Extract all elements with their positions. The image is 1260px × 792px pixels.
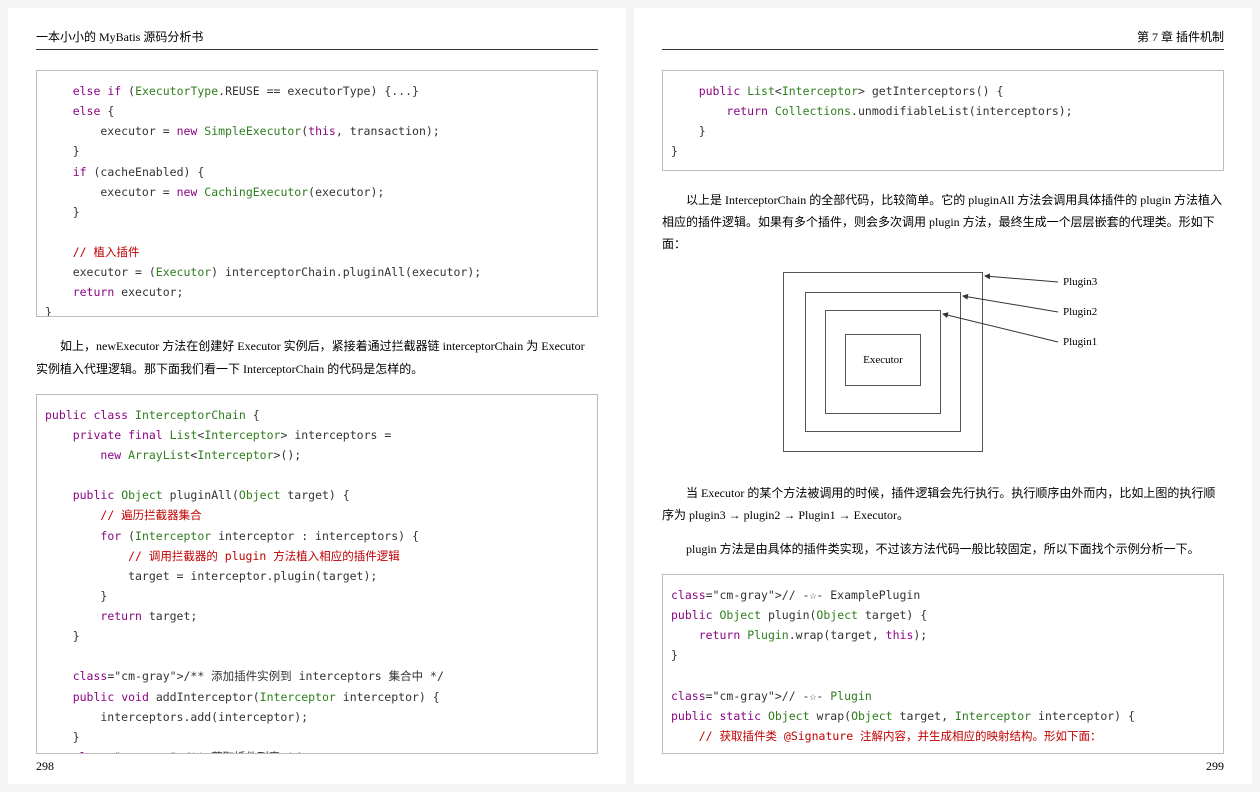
label-plugin3: Plugin3 [1063,276,1097,288]
code-block-2: public class InterceptorChain { private … [36,394,598,754]
page-header: 第 7 章 插件机制 [662,28,1224,45]
page-number: 298 [36,759,54,774]
label-plugin2: Plugin2 [1063,306,1097,318]
proxy-nesting-diagram: Executor Plugin3 Plugin2 Plugin1 [662,272,1224,462]
arrow-lines [733,272,1153,462]
code-block-4: class="cm-gray">// -☆- ExamplePlugin pub… [662,574,1224,754]
header-rule [36,49,598,50]
book-title: 一本小小的 MyBatis 源码分析书 [36,28,203,45]
page-number: 299 [1206,759,1224,774]
page-left: 一本小小的 MyBatis 源码分析书 else if (ExecutorTyp… [8,8,626,784]
page-header: 一本小小的 MyBatis 源码分析书 [36,28,598,45]
header-rule [662,49,1224,50]
chapter-title: 第 7 章 插件机制 [1137,28,1224,45]
code-block-1: else if (ExecutorType.REUSE == executorT… [36,70,598,317]
paragraph-2: 以上是 InterceptorChain 的全部代码，比较简单。它的 plugi… [662,189,1224,256]
code-block-3: public List<Interceptor> getInterceptors… [662,70,1224,171]
page-right: 第 7 章 插件机制 public List<Interceptor> getI… [634,8,1252,784]
paragraph-1: 如上，newExecutor 方法在创建好 Executor 实例后，紧接着通过… [36,335,598,379]
paragraph-3: 当 Executor 的某个方法被调用的时候，插件逻辑会先行执行。执行顺序由外而… [662,482,1224,526]
label-plugin1: Plugin1 [1063,336,1097,348]
paragraph-4: plugin 方法是由具体的插件类实现，不过该方法代码一般比较固定，所以下面找个… [662,538,1224,560]
